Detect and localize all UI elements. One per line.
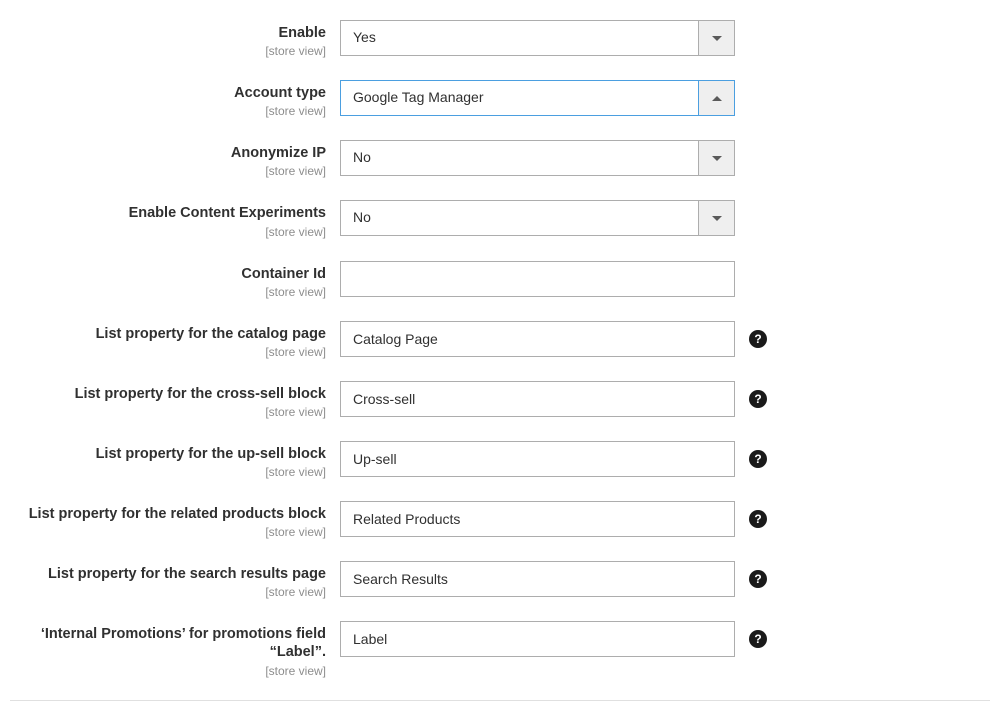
help-col [735, 80, 771, 116]
catalog-page-label: List property for the catalog page [10, 325, 326, 343]
help-icon[interactable]: ? [749, 510, 767, 528]
help-icon[interactable]: ? [749, 330, 767, 348]
scope-text: [store view] [10, 585, 326, 599]
label-col: Enable [store view] [10, 20, 340, 58]
content-experiments-select[interactable]: No [340, 200, 735, 236]
scope-text: [store view] [10, 104, 326, 118]
related-products-label: List property for the related products b… [10, 505, 326, 523]
search-results-input[interactable] [340, 561, 735, 597]
account-type-select[interactable]: Google Tag Manager [340, 80, 735, 116]
help-col: ? [735, 381, 771, 417]
row-anonymize-ip: Anonymize IP [store view] No [10, 140, 990, 178]
control-col: Google Tag Manager [340, 80, 735, 116]
enable-select[interactable]: Yes [340, 20, 735, 56]
help-icon[interactable]: ? [749, 570, 767, 588]
label-col: Container Id [store view] [10, 261, 340, 299]
control-col: No [340, 140, 735, 176]
content-experiments-label: Enable Content Experiments [10, 204, 326, 222]
container-id-label: Container Id [10, 265, 326, 283]
row-enable: Enable [store view] Yes [10, 20, 990, 58]
help-icon[interactable]: ? [749, 450, 767, 468]
label-col: Anonymize IP [store view] [10, 140, 340, 178]
control-col: No [340, 200, 735, 236]
anonymize-ip-select-value: No [341, 141, 698, 175]
control-col [340, 261, 735, 297]
scope-text: [store view] [10, 465, 326, 479]
scope-text: [store view] [10, 44, 326, 58]
help-col: ? [735, 621, 771, 657]
search-results-label: List property for the search results pag… [10, 565, 326, 583]
container-id-input[interactable] [340, 261, 735, 297]
row-search-results: List property for the search results pag… [10, 561, 990, 599]
help-col [735, 200, 771, 236]
row-up-sell: List property for the up-sell block [sto… [10, 441, 990, 479]
label-col: List property for the up-sell block [sto… [10, 441, 340, 479]
row-related-products: List property for the related products b… [10, 501, 990, 539]
control-col [340, 621, 735, 657]
scope-text: [store view] [10, 164, 326, 178]
section-divider [10, 700, 990, 701]
label-col: List property for the search results pag… [10, 561, 340, 599]
row-content-experiments: Enable Content Experiments [store view] … [10, 200, 990, 238]
enable-label: Enable [10, 24, 326, 42]
row-internal-promotions-label: ‘Internal Promotions’ for promotions fie… [10, 621, 990, 677]
help-col [735, 20, 771, 56]
help-icon[interactable]: ? [749, 390, 767, 408]
cross-sell-input[interactable] [340, 381, 735, 417]
control-col [340, 441, 735, 477]
account-type-select-value: Google Tag Manager [341, 81, 698, 115]
control-col [340, 321, 735, 357]
chevron-down-icon [712, 156, 722, 161]
chevron-up-icon [712, 96, 722, 101]
row-cross-sell: List property for the cross-sell block [… [10, 381, 990, 419]
enable-select-value: Yes [341, 21, 698, 55]
help-col: ? [735, 321, 771, 357]
scope-text: [store view] [10, 664, 326, 678]
control-col [340, 561, 735, 597]
up-sell-label: List property for the up-sell block [10, 445, 326, 463]
label-col: ‘Internal Promotions’ for promotions fie… [10, 621, 340, 677]
help-icon[interactable]: ? [749, 630, 767, 648]
account-type-label: Account type [10, 84, 326, 102]
help-col: ? [735, 561, 771, 597]
enable-select-arrow [698, 21, 734, 55]
content-experiments-select-arrow [698, 201, 734, 235]
label-col: Enable Content Experiments [store view] [10, 200, 340, 238]
help-col [735, 140, 771, 176]
control-col: Yes [340, 20, 735, 56]
anonymize-ip-select-arrow [698, 141, 734, 175]
scope-text: [store view] [10, 525, 326, 539]
catalog-page-input[interactable] [340, 321, 735, 357]
scope-text: [store view] [10, 405, 326, 419]
internal-promotions-input[interactable] [340, 621, 735, 657]
internal-promotions-label: ‘Internal Promotions’ for promotions fie… [10, 625, 326, 661]
scope-text: [store view] [10, 345, 326, 359]
account-type-select-arrow [698, 81, 734, 115]
anonymize-ip-select[interactable]: No [340, 140, 735, 176]
row-account-type: Account type [store view] Google Tag Man… [10, 80, 990, 118]
label-col: List property for the cross-sell block [… [10, 381, 340, 419]
chevron-down-icon [712, 216, 722, 221]
label-col: List property for the catalog page [stor… [10, 321, 340, 359]
content-experiments-select-value: No [341, 201, 698, 235]
related-products-input[interactable] [340, 501, 735, 537]
up-sell-input[interactable] [340, 441, 735, 477]
help-col: ? [735, 441, 771, 477]
scope-text: [store view] [10, 225, 326, 239]
help-col: ? [735, 501, 771, 537]
help-col [735, 261, 771, 297]
chevron-down-icon [712, 36, 722, 41]
config-form: Enable [store view] Yes Account type [st… [10, 20, 990, 678]
label-col: List property for the related products b… [10, 501, 340, 539]
scope-text: [store view] [10, 285, 326, 299]
anonymize-ip-label: Anonymize IP [10, 144, 326, 162]
label-col: Account type [store view] [10, 80, 340, 118]
cross-sell-label: List property for the cross-sell block [10, 385, 326, 403]
control-col [340, 501, 735, 537]
row-container-id: Container Id [store view] [10, 261, 990, 299]
row-catalog-page: List property for the catalog page [stor… [10, 321, 990, 359]
control-col [340, 381, 735, 417]
